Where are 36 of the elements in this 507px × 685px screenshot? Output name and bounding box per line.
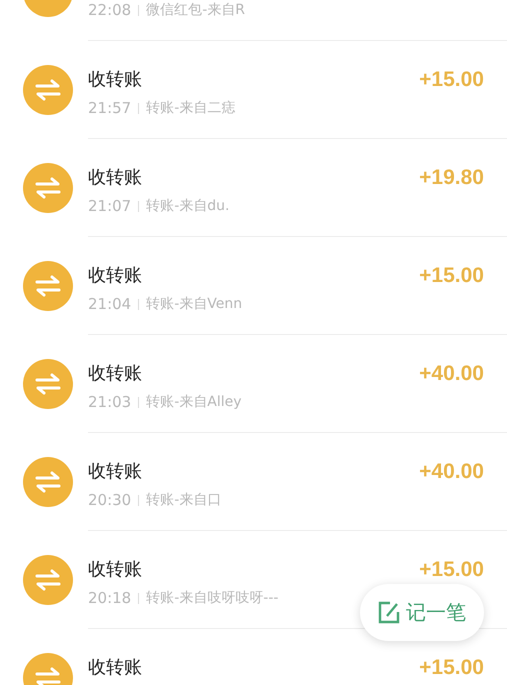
transaction-time: 21:03 — [88, 392, 132, 412]
transaction-title: 收转账 — [88, 656, 142, 680]
amount: +40.00 — [419, 460, 484, 484]
transfer-icon — [23, 457, 73, 507]
transaction-title: 收转账 — [88, 264, 142, 288]
transfer-icon — [23, 359, 73, 409]
edit-icon — [378, 601, 400, 624]
add-record-button[interactable]: 记一笔 — [360, 584, 484, 641]
amount: +15.00 — [419, 264, 484, 288]
transaction-description: 微信红包-来自R — [146, 1, 246, 20]
transaction-title: 收转账 — [88, 558, 142, 582]
transaction-description: 转账-来自du. — [146, 197, 230, 216]
transfer-icon — [23, 261, 73, 311]
transaction-time: 21:57 — [88, 98, 132, 118]
transaction-time: 21:04 — [88, 294, 132, 314]
transfer-icon — [23, 555, 73, 605]
transaction-title: 收转账 — [88, 166, 142, 190]
amount: +15.00 — [419, 558, 484, 582]
amount: +19.80 — [419, 166, 484, 190]
transaction-time: 21:07 — [88, 196, 132, 216]
transaction-title: 收转账 — [88, 460, 142, 484]
transaction-time: 22:08 — [88, 0, 132, 20]
amount: +15.00 — [419, 68, 484, 92]
transaction-time: 20:30 — [88, 490, 132, 510]
amount: +40.00 — [419, 362, 484, 386]
transaction-title: 收转账 — [88, 68, 142, 92]
amount: +15.00 — [419, 656, 484, 680]
transfer-icon — [23, 65, 73, 115]
transaction-description: 转账-来自二痣 — [146, 99, 236, 118]
transaction-description: 转账-来自Venn — [146, 295, 242, 314]
transaction-time: 20:18 — [88, 588, 132, 608]
transaction-description: 转账-来自吱呀吱呀--- — [146, 589, 278, 608]
transaction-description: 转账-来自口 — [146, 491, 222, 510]
transfer-icon — [23, 163, 73, 213]
transaction-title: 收转账 — [88, 362, 142, 386]
transaction-description: 转账-来自Alley — [146, 393, 242, 412]
